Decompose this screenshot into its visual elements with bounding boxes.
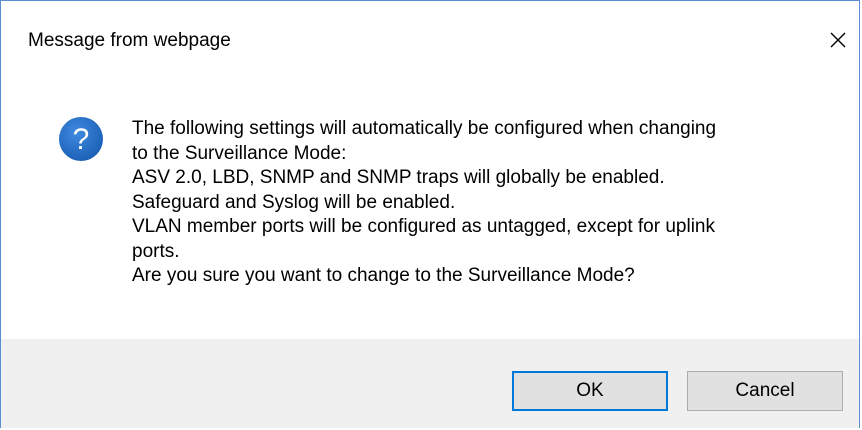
message-line: Safeguard and Syslog will be enabled. xyxy=(132,191,456,213)
message-line: VLAN member ports will be configured as … xyxy=(132,216,715,237)
message-line: Are you sure you want to change to the S… xyxy=(132,265,635,286)
message-line: The following settings will automaticall… xyxy=(132,118,717,139)
dialog-titlebar: Message from webpage xyxy=(1,1,859,75)
message-line: to the Surveillance Mode: xyxy=(132,142,347,164)
close-icon xyxy=(830,32,846,48)
close-button[interactable] xyxy=(821,23,855,57)
dialog-content: ? The following settings will automatica… xyxy=(1,75,859,339)
cancel-button[interactable]: Cancel xyxy=(687,371,843,411)
dialog-footer: OK Cancel xyxy=(1,339,859,428)
dialog-title: Message from webpage xyxy=(28,30,231,51)
message-dialog: Message from webpage ? The following set… xyxy=(0,0,860,428)
dialog-message: The following settings will automaticall… xyxy=(132,117,822,289)
question-icon: ? xyxy=(59,117,103,161)
ok-button[interactable]: OK xyxy=(512,371,668,411)
message-line: ports. xyxy=(132,240,180,262)
svg-text:?: ? xyxy=(73,123,90,156)
message-line: ASV 2.0, LBD, SNMP and SNMP traps will g… xyxy=(132,167,665,188)
